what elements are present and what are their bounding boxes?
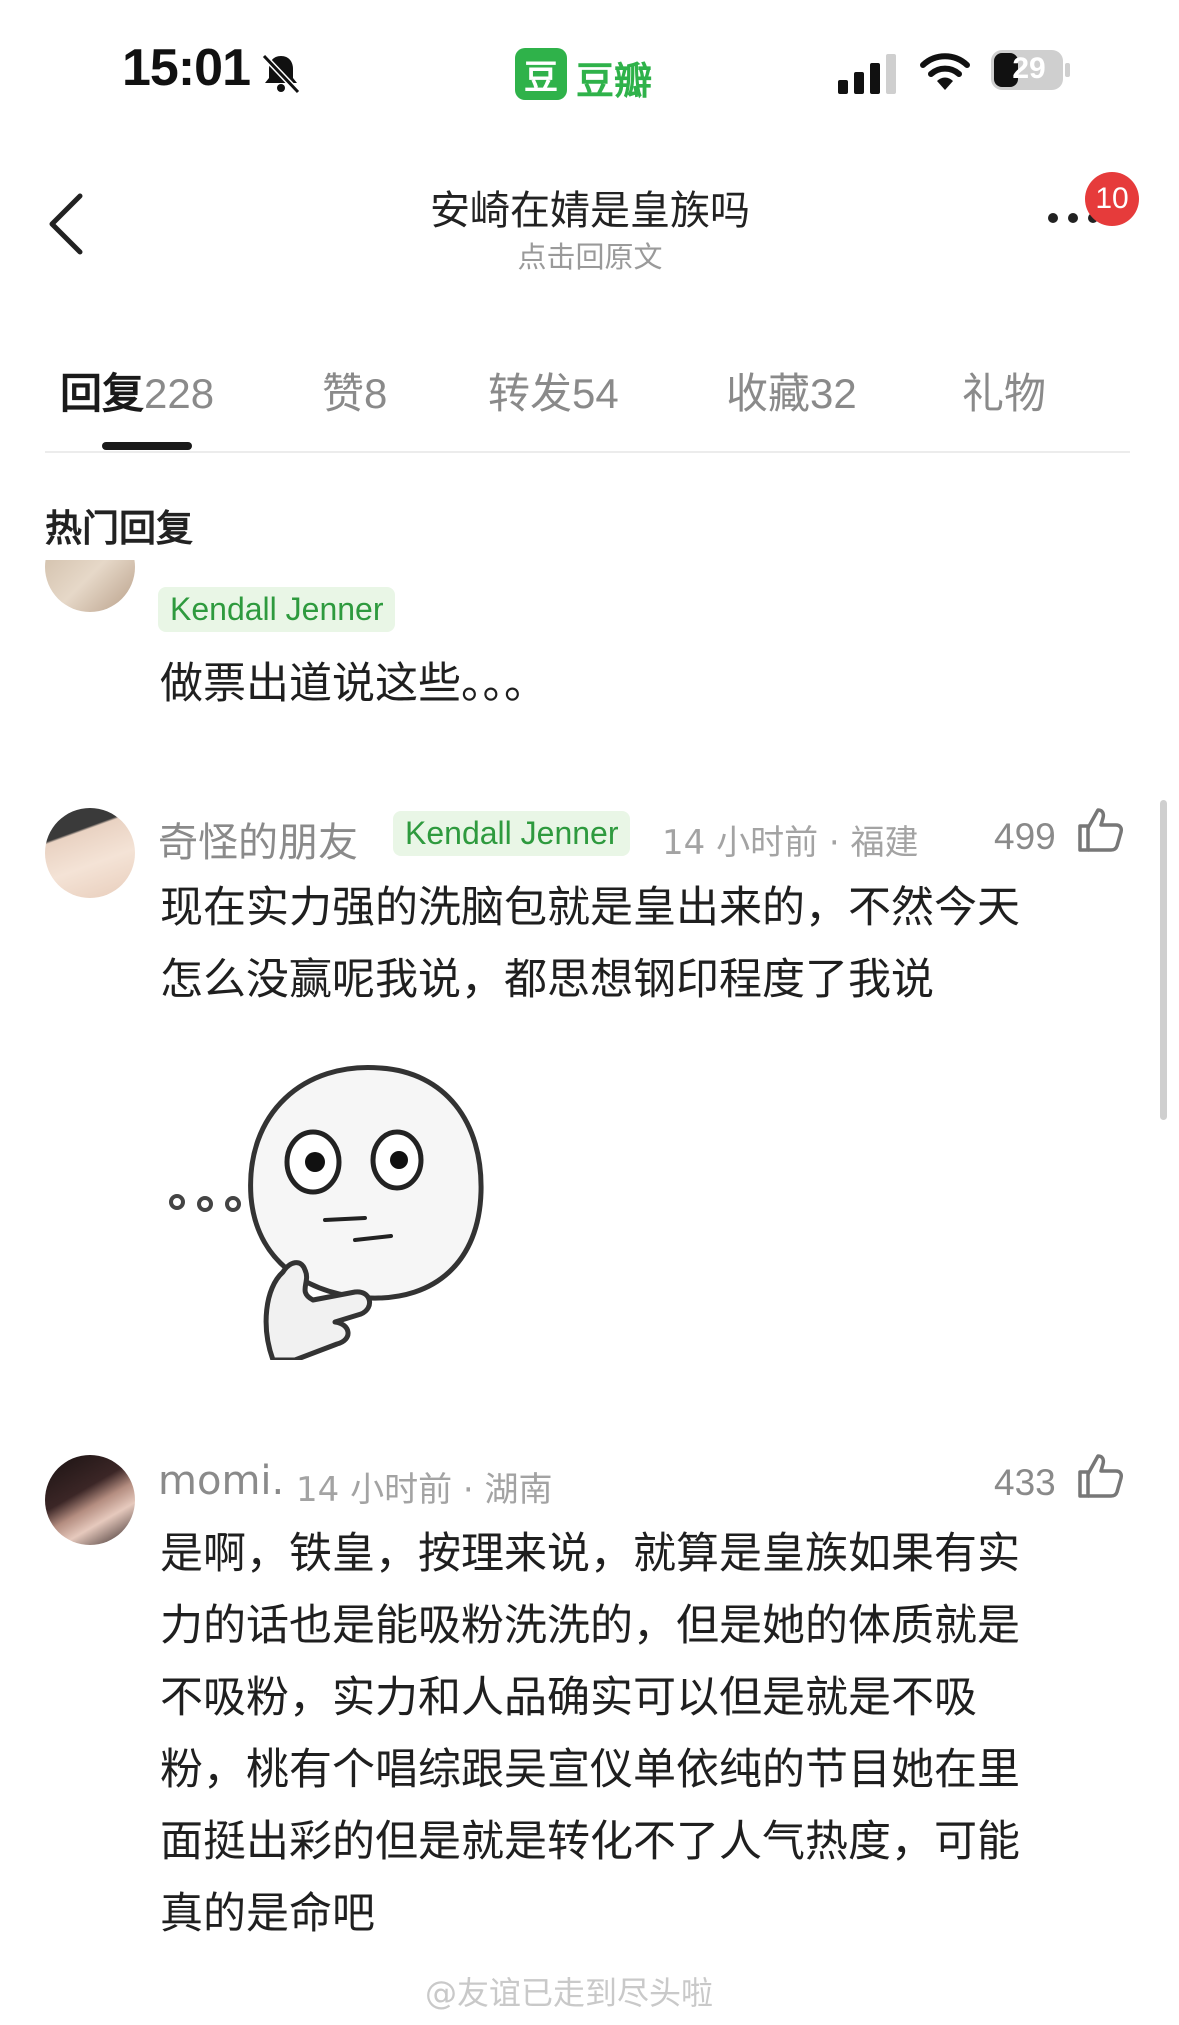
avatar[interactable]	[45, 808, 135, 898]
tab-favorites[interactable]: 收藏32	[726, 360, 857, 421]
status-time: 15:01	[122, 39, 251, 97]
tab-reposts[interactable]: 转发54	[488, 360, 619, 421]
page-title: 安崎在婧是皇族吗	[430, 188, 750, 234]
comment-time: 14 小时前	[296, 1470, 453, 1510]
comment-location: 湖南	[484, 1470, 553, 1510]
divider	[45, 451, 1130, 453]
tab-count: 54	[572, 370, 619, 417]
thumbs-up-icon[interactable]	[1076, 806, 1124, 854]
scrollbar[interactable]	[1160, 800, 1167, 1120]
battery-level: 29	[1012, 52, 1046, 85]
tab-replies[interactable]: 回复228	[60, 360, 214, 421]
tab-count: 32	[810, 370, 857, 417]
comment-text: 做票出道说这些。。。	[160, 659, 547, 709]
comment-line: 不吸粉，实力和人品确实可以但是就是不吸	[160, 1673, 977, 1723]
comment-line: 真的是命吧	[160, 1889, 375, 1939]
comment-meta: 14 小时前 · 湖南	[296, 1470, 553, 1510]
comment-line: 力的话也是能吸粉洗洗的，但是她的体质就是	[160, 1601, 1020, 1651]
bell-muted-icon	[261, 53, 301, 95]
section-title: 热门回复	[45, 507, 193, 550]
tab-count: 8	[364, 370, 388, 417]
comment-line: 粉，桃有个唱综跟吴宣仪单依纯的节目她在里	[160, 1745, 1020, 1795]
notification-badge: 10	[1085, 172, 1139, 226]
tab-label: 收藏	[726, 369, 811, 418]
tab-label: 回复	[60, 369, 145, 418]
wifi-icon	[920, 53, 970, 90]
active-tab-indicator	[102, 442, 192, 450]
thumbs-up-icon[interactable]	[1076, 1452, 1124, 1500]
comment-line: 面挺出彩的但是就是转化不了人气热度，可能	[160, 1817, 1020, 1867]
tab-likes[interactable]: 赞8	[322, 360, 387, 421]
like-count: 499	[994, 816, 1056, 857]
like-count: 433	[994, 1462, 1056, 1503]
comment-line: 现在实力强的洗脑包就是皇出来的，不然今天	[160, 883, 1020, 933]
tab-label: 礼物	[962, 369, 1047, 418]
comment-meta: 14 小时前 · 福建	[662, 823, 919, 863]
comment-location: 福建	[850, 823, 919, 863]
avatar[interactable]	[45, 1455, 135, 1545]
user-tag: Kendall Jenner	[158, 587, 396, 632]
comment-time: 14 小时前	[662, 823, 819, 863]
sticker-image[interactable]	[165, 1042, 487, 1360]
tab-label: 转发	[488, 369, 573, 418]
avatar[interactable]	[45, 560, 135, 612]
comment-line: 是啊，铁皇，按理来说，就算是皇族如果有实	[160, 1529, 1020, 1579]
comment-text: 现在实力强的洗脑包就是皇出来的，不然今天 怎么没赢呢我说，都思想钢印程度了我说	[160, 872, 1120, 1016]
app-name: 豆瓣	[576, 59, 653, 103]
app-badge-icon: 豆	[515, 48, 567, 100]
user-tag: Kendall Jenner	[393, 811, 631, 856]
watermark: @友谊已走到尽头啦	[425, 1974, 714, 2012]
tab-gifts[interactable]: 礼物	[962, 360, 1046, 421]
back-arrow-icon[interactable]	[44, 192, 88, 256]
username[interactable]: 奇怪的朋友	[158, 810, 358, 868]
tab-count: 228	[144, 370, 215, 417]
comment-line: 怎么没赢呢我说，都思想钢印程度了我说	[160, 955, 934, 1005]
signal-icon	[838, 54, 896, 94]
comment-text: 是啊，铁皇，按理来说，就算是皇族如果有实 力的话也是能吸粉洗洗的，但是她的体质就…	[160, 1518, 1120, 1950]
username[interactable]: momi.	[158, 1458, 284, 1504]
tab-label: 赞	[322, 369, 365, 418]
back-to-original-link[interactable]: 点击回原文	[310, 234, 870, 276]
